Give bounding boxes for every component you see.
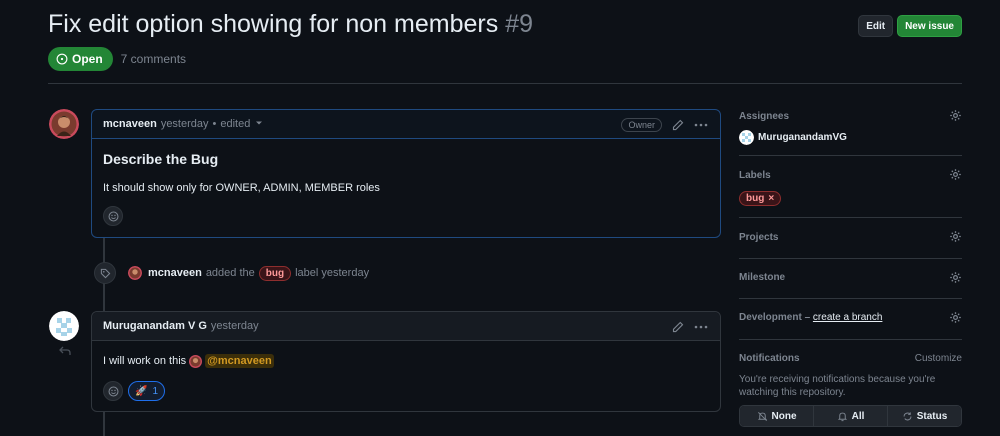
comment-author[interactable]: Muruganandam V G xyxy=(103,320,207,332)
projects-section: Projects xyxy=(739,218,962,259)
status-badge: Open xyxy=(48,47,113,71)
bug-label[interactable]: bug × xyxy=(739,191,782,206)
avatar[interactable] xyxy=(49,311,79,341)
avatar[interactable] xyxy=(128,266,142,280)
event-actor[interactable]: mcnaveen xyxy=(148,267,202,279)
comment-card: Muruganandam V G yesterday I will work o… xyxy=(91,311,721,412)
user-mention[interactable]: @mcnaveen xyxy=(205,354,274,368)
edited-label: edited xyxy=(220,118,251,130)
kebab-menu-icon[interactable] xyxy=(694,123,708,127)
comment-text-prefix: I will work on this xyxy=(103,355,187,367)
avatar xyxy=(739,130,754,145)
create-branch-link[interactable]: create a branch xyxy=(813,312,883,323)
event-suffix: label yesterday xyxy=(295,267,370,279)
gear-icon[interactable] xyxy=(949,109,962,122)
rocket-reaction[interactable]: 🚀 1 xyxy=(128,381,166,401)
rocket-icon: 🚀 xyxy=(135,385,148,397)
comment-header: mcnaveen yesterday • edited Owner xyxy=(92,110,720,139)
notify-all-label: All xyxy=(851,410,865,422)
bug-label-text: bug xyxy=(746,193,765,204)
issue-header: Fix edit option showing for non members … xyxy=(48,10,962,44)
notifications-reason: You're receiving notifications because y… xyxy=(739,374,936,398)
comments-count: 7 comments xyxy=(120,52,187,66)
reaction-count: 1 xyxy=(152,385,159,397)
reply-arrow-icon xyxy=(59,346,71,355)
bell-icon xyxy=(837,412,847,421)
avatar-photo xyxy=(49,109,79,139)
add-reaction-button[interactable] xyxy=(103,381,123,401)
comment-time[interactable]: yesterday xyxy=(161,118,209,130)
avatar[interactable] xyxy=(49,109,79,139)
customize-link[interactable]: Customize xyxy=(915,353,962,364)
notifications-section: Notifications Customize You're receiving… xyxy=(739,340,962,427)
comment-author[interactable]: mcnaveen xyxy=(103,118,157,130)
event-action: added the xyxy=(205,267,255,279)
kebab-menu-icon[interactable] xyxy=(694,325,708,329)
gear-icon[interactable] xyxy=(949,311,962,324)
notify-none-button[interactable]: None xyxy=(740,406,813,426)
issue-title-text: Fix edit option showing for non members xyxy=(48,10,499,38)
new-issue-button[interactable]: New issue xyxy=(897,15,962,37)
issue-sidebar: Assignees MuruganandamVG Labels bug × Pr… xyxy=(739,100,962,427)
notify-none-label: None xyxy=(771,410,797,422)
avatar xyxy=(189,354,203,368)
notify-all-button[interactable]: All xyxy=(813,406,887,426)
sync-icon xyxy=(903,411,912,420)
development-title: Development – create a branch xyxy=(739,299,962,323)
notify-status-label: Status xyxy=(916,410,948,422)
edited-dropdown[interactable]: edited xyxy=(220,118,263,130)
comment-text: I will work on this @mcnaveen xyxy=(103,354,709,368)
gear-icon[interactable] xyxy=(949,168,962,181)
comment-heading: Describe the Bug xyxy=(103,151,219,167)
projects-title[interactable]: Projects xyxy=(739,218,962,243)
header-divider xyxy=(48,83,962,84)
assignee-item[interactable]: MuruganandamVG xyxy=(739,130,962,145)
gear-icon[interactable] xyxy=(949,271,962,284)
meta-separator: • xyxy=(212,118,217,130)
comment-card: mcnaveen yesterday • edited Owner Descri… xyxy=(91,109,721,238)
development-label[interactable]: Development – xyxy=(739,312,810,323)
labels-section: Labels bug × xyxy=(739,156,962,218)
development-section: Development – create a branch xyxy=(739,299,962,340)
gear-icon[interactable] xyxy=(949,230,962,243)
bell-slash-icon xyxy=(757,411,767,421)
notify-status-button[interactable]: Status xyxy=(887,406,961,426)
assignees-title[interactable]: Assignees xyxy=(739,100,962,122)
edit-button[interactable]: Edit xyxy=(858,15,894,37)
assignees-section: Assignees MuruganandamVG xyxy=(739,100,962,156)
assignee-name: MuruganandamVG xyxy=(758,132,847,143)
owner-badge: Owner xyxy=(621,117,662,132)
labels-title[interactable]: Labels xyxy=(739,156,962,181)
add-reaction-button[interactable] xyxy=(103,206,123,226)
issue-number: #9 xyxy=(505,10,533,38)
timeline-event: mcnaveen added the bug label yesterday xyxy=(94,262,369,284)
smiley-icon xyxy=(108,386,118,396)
milestone-title[interactable]: Milestone xyxy=(739,259,962,283)
identicon xyxy=(49,311,79,341)
pencil-icon[interactable] xyxy=(672,321,684,333)
issue-open-icon xyxy=(56,53,68,65)
comment-text: It should show only for OWNER, ADMIN, ME… xyxy=(103,182,380,194)
smiley-icon xyxy=(108,211,118,221)
bug-label[interactable]: bug xyxy=(258,265,292,281)
caret-down-icon xyxy=(256,121,263,125)
status-label: Open xyxy=(72,52,103,66)
pencil-icon[interactable] xyxy=(672,119,684,131)
issue-title: Fix edit option showing for non members … xyxy=(48,10,533,39)
notification-buttons: None All Status xyxy=(739,405,962,427)
comment-header: Muruganandam V G yesterday xyxy=(92,312,720,341)
comment-time[interactable]: yesterday xyxy=(211,320,259,332)
remove-label-icon[interactable]: × xyxy=(768,193,774,204)
tag-icon xyxy=(94,262,116,284)
milestone-section: Milestone xyxy=(739,259,962,299)
